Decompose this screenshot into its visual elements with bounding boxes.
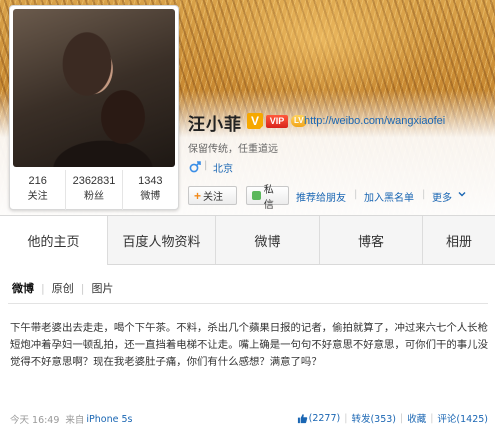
avatar[interactable] [13,9,175,167]
post-action-separator: | [399,412,404,424]
stat-fans-count: 2362831 [72,175,116,187]
stat-following[interactable]: 216 关注 [10,170,67,210]
message-button[interactable]: 私信 [246,185,289,211]
post-action-separator: | [430,412,434,424]
action-separator: | [422,189,426,200]
post-source-label: 来自 [65,415,85,426]
post-footer: 今天 16:49 来自 iPhone 5s (2277) | 转发(353) |… [10,411,488,427]
stat-posts[interactable]: 1343 微博 [123,170,178,210]
v-badge-icon[interactable]: V [247,113,263,129]
filter-all-weibo[interactable]: 微博 [12,280,34,296]
recommend-link[interactable]: 推荐给朋友 [296,189,346,204]
blacklist-link[interactable]: 加入黑名单 [364,189,414,204]
post-actions: (2277) | 转发(353) | 收藏 | 评论(1425) [297,411,488,425]
vip-badge[interactable]: VIP [266,114,288,128]
profile-bio: 保留传统，任重道远 [188,144,278,155]
profile-location[interactable]: 北京 [213,160,233,175]
post-time[interactable]: 今天 16:49 [10,412,59,426]
chevron-down-icon[interactable] [456,188,468,200]
tab-blog[interactable]: 博客 [320,216,423,264]
location-separator: | [204,160,208,171]
filter-separator: | [80,281,85,295]
post-source[interactable]: iPhone 5s [86,414,132,425]
stat-fans-label: 粉丝 [83,191,104,202]
follow-button[interactable]: + 关注 [188,186,237,205]
avatar-card: 216 关注 2362831 粉丝 1343 微博 [9,5,179,210]
favorite-button[interactable]: 收藏 [407,411,426,425]
post-action-separator: | [344,412,348,424]
feed-divider [8,303,488,304]
stat-fans[interactable]: 2362831 粉丝 [66,170,123,210]
post-text: 下午带老婆出去走走，喝个下午茶。不料，杀出几个蘋果日报的记者，偷拍就算了，冲过来… [10,322,488,368]
more-link[interactable]: 更多 [432,189,452,204]
filter-separator: | [41,281,45,295]
stat-following-count: 216 [28,175,47,187]
plus-icon: + [194,188,202,203]
message-label: 私信 [263,184,274,211]
like-count: (2277) [308,412,341,424]
tab-baike-profile[interactable]: 百度人物资料 [108,216,216,264]
thumbs-up-icon [297,413,307,423]
filter-pictures[interactable]: 图片 [91,280,113,296]
profile-stats: 216 关注 2362831 粉丝 1343 微博 [10,170,178,210]
profile-url-link[interactable]: http://weibo.com/wangxiaofei [304,115,445,127]
stat-following-label: 关注 [27,191,48,202]
tab-weibo[interactable]: 微博 [216,216,320,264]
feed-filter: 微博 | 原创 | 图片 [12,280,113,296]
tab-album[interactable]: 相册 [423,216,495,264]
profile-name: 汪小菲 [188,115,242,135]
filter-original[interactable]: 原创 [52,280,74,296]
profile-badges: V VIP LV [247,113,307,129]
action-separator: | [354,189,358,200]
comment-button[interactable]: 评论(1425) [437,411,488,425]
profile-tabs: 他的主页 百度人物资料 微博 博客 相册 [0,215,495,265]
stat-posts-label: 微博 [140,191,161,202]
follow-label: 关注 [203,192,224,203]
repost-button[interactable]: 转发(353) [351,411,396,425]
stat-posts-count: 1343 [138,175,163,187]
like-button[interactable]: (2277) [297,412,341,424]
gender-male-icon [189,161,201,173]
tab-home[interactable]: 他的主页 [0,216,108,265]
message-icon [252,191,261,200]
